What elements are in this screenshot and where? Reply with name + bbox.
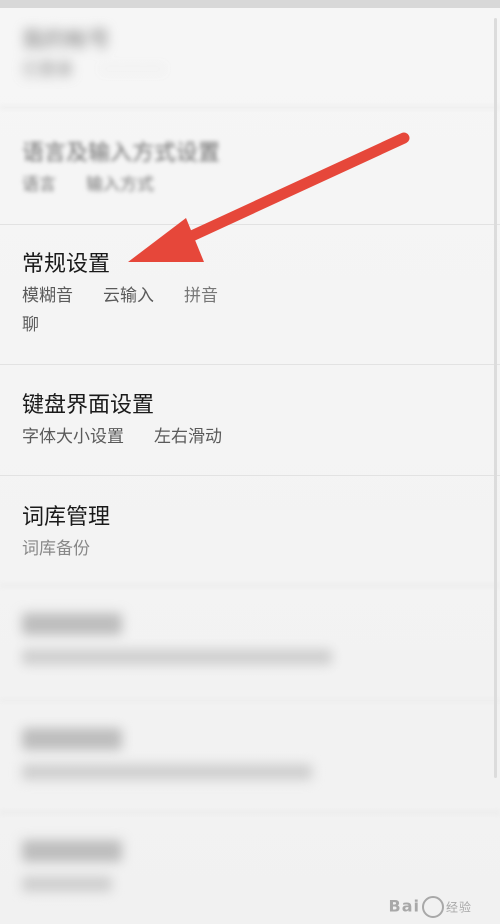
arrow-head bbox=[128, 218, 204, 262]
arrow-shaft bbox=[164, 132, 410, 252]
paw-icon bbox=[421, 896, 444, 918]
watermark-text-tail: 经验 bbox=[445, 900, 472, 915]
annotation-arrow-icon bbox=[128, 132, 410, 262]
watermark-text: Bai bbox=[388, 896, 420, 916]
watermark-logo: Bai 经验 bbox=[389, 896, 473, 918]
settings-screen: 我的帐号 已登录 · · · · · · 语言及输入方式设置 语言 输入方式 常规设… bbox=[0, 0, 500, 924]
